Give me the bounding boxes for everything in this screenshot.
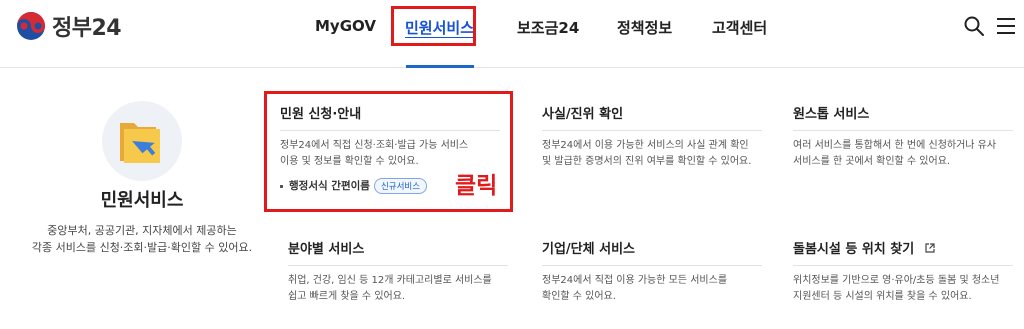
intro-description: 중앙부처, 공공기관, 지자체에서 제공하는 각종 서비스를 신청·조회·발급·… [14, 222, 270, 256]
click-annotation: 클릭 [455, 173, 498, 199]
card-desc-line1: 정부24에서 이용 가능한 서비스의 사실 관계 확인 [542, 140, 749, 151]
card-title-text: 돌봄시설 등 위치 찾기 [793, 242, 915, 257]
external-link-icon [925, 243, 935, 253]
intro-icon-circle [102, 101, 182, 181]
card-desc-line1: 취업, 건강, 임신 등 12개 카테고리별로 서비스를 [288, 275, 492, 286]
card-desc-line1: 위치정보를 기반으로 영·유아/초등 돌봄 및 청소년 [793, 275, 1000, 286]
intro-desc-line2: 각종 서비스를 신청·조회·발급·확인할 수 있어요. [31, 241, 253, 254]
intro-desc-line1: 중앙부처, 공공기관, 지자체에서 제공하는 [47, 224, 237, 237]
site-logo[interactable]: 정부24 [16, 10, 122, 42]
nav-active-indicator [406, 65, 474, 68]
card-desc: 위치정보를 기반으로 영·유아/초등 돌봄 및 청소년 지원센터 등 시설의 위… [793, 273, 1013, 305]
nav-mygov[interactable]: MyGOV [315, 17, 376, 35]
card-desc: 취업, 건강, 임신 등 12개 카테고리별로 서비스를 쉽고 빠르게 찾을 수… [288, 273, 508, 305]
intro-title: 민원서비스 [100, 190, 184, 211]
card-business-service: 기업/단체 서비스 정부24에서 직접 이용 가능한 모든 서비스를 확인할 수… [542, 238, 762, 305]
card-desc: 여러 서비스를 통합해서 한 번에 신청하거나 유사 서비스를 한 곳에서 확인… [793, 138, 1013, 170]
taegeuk-logo-icon [17, 12, 45, 40]
card-title-care-location[interactable]: 돌봄시설 등 위치 찾기 [793, 238, 1013, 266]
card-desc-line2: 확인할 수 있어요. [542, 291, 616, 302]
search-icon[interactable] [962, 14, 986, 38]
nav-policy-info[interactable]: 정책정보 [617, 17, 672, 38]
nav-customer-center[interactable]: 고객센터 [712, 17, 767, 38]
nav-subsidy24[interactable]: 보조금24 [517, 17, 579, 38]
card-title-business-service[interactable]: 기업/단체 서비스 [542, 238, 762, 266]
nav-highlight-box [391, 6, 476, 46]
card-category-service: 분야별 서비스 취업, 건강, 임신 등 12개 카테고리별로 서비스를 쉽고 … [288, 238, 508, 305]
card-fact-check: 사실/진위 확인 정부24에서 이용 가능한 서비스의 사실 관계 확인 및 발… [542, 103, 762, 170]
card-onestop: 원스톱 서비스 여러 서비스를 통합해서 한 번에 신청하거나 유사 서비스를 … [793, 103, 1013, 170]
top-header: 정부24 MyGOV 민원서비스 보조금24 정책정보 고객센터 [0, 0, 1024, 68]
card-desc: 정부24에서 이용 가능한 서비스의 사실 관계 확인 및 발급한 증명서의 진… [542, 138, 762, 170]
card-title-fact-check[interactable]: 사실/진위 확인 [542, 103, 762, 131]
menu-icon[interactable] [994, 14, 1018, 38]
card-title-category-service[interactable]: 분야별 서비스 [288, 238, 508, 266]
card-desc-line2: 및 발급한 증명서의 진위 여부를 확인할 수 있어요. [542, 156, 752, 167]
logo-text: 정부24 [52, 16, 122, 41]
card-desc-line1: 여러 서비스를 통합해서 한 번에 신청하거나 유사 [793, 140, 997, 151]
card-desc: 정부24에서 직접 이용 가능한 모든 서비스를 확인할 수 있어요. [542, 273, 762, 305]
card-desc-line1: 정부24에서 직접 이용 가능한 모든 서비스를 [542, 275, 728, 286]
card-desc-line2: 서비스를 한 곳에서 확인할 수 있어요. [793, 156, 951, 167]
card-desc-line2: 지원센터 등 시설의 위치를 찾을 수 있어요. [793, 291, 972, 302]
card-title-onestop[interactable]: 원스톱 서비스 [793, 103, 1013, 131]
card-care-location: 돌봄시설 등 위치 찾기 위치정보를 기반으로 영·유아/초등 돌봄 및 청소년… [793, 238, 1013, 305]
folder-arrow-icon [120, 123, 160, 163]
card-desc-line2: 쉽고 빠르게 찾을 수 있어요. [288, 291, 406, 302]
